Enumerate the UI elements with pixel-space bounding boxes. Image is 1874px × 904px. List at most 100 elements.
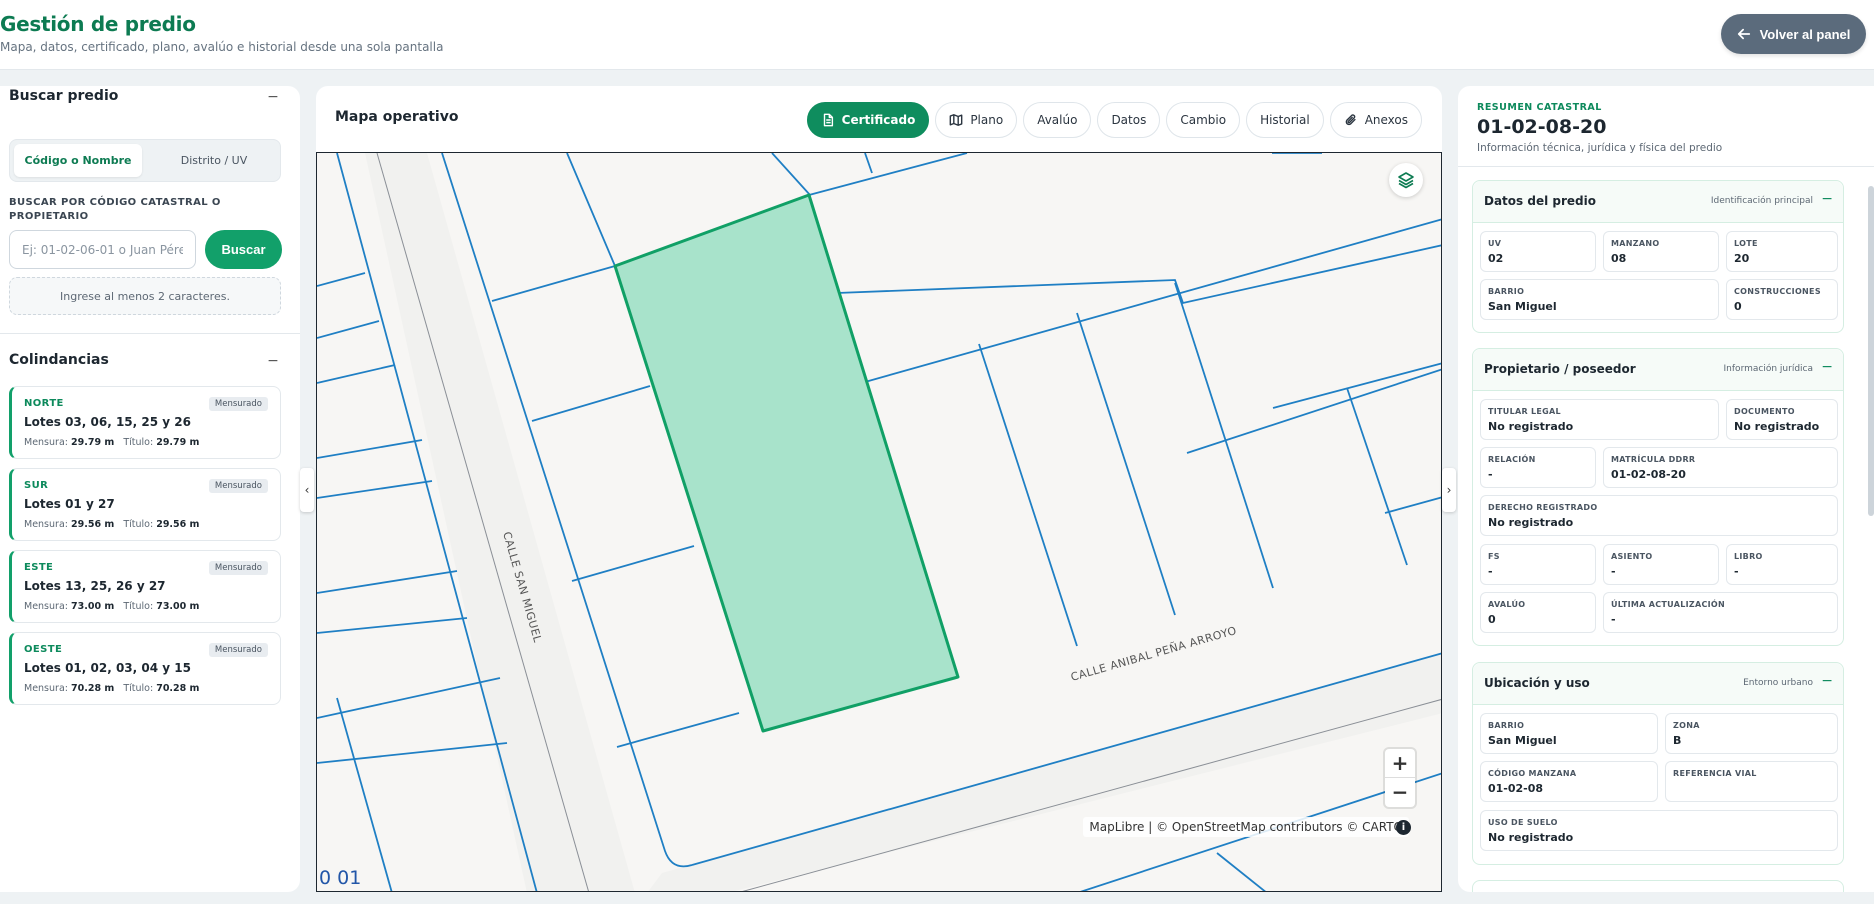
field-avaluo: AVALÚO 0 (1480, 592, 1596, 633)
paperclip-icon (1345, 114, 1356, 126)
colindancia-lotes: Lotes 03, 06, 15, 25 y 26 (24, 415, 191, 429)
colindancia-direction: OESTE (24, 644, 63, 655)
field-barrio: BARRIO San Miguel (1480, 713, 1658, 754)
tab-certificado[interactable]: Certificado (806, 102, 930, 138)
group-ubicacion: Ubicación y uso Entorno urbano − BARRIO S… (1472, 662, 1844, 865)
search-input[interactable] (9, 230, 196, 269)
status-badge: Mensurado (208, 397, 268, 411)
map-attribution[interactable]: MapLibre | © OpenStreetMap contributors … (1083, 817, 1409, 837)
map-svg[interactable]: CALLE SAN MIGUEL CALLE ANIBAL PEÑA ARROY… (317, 153, 1442, 892)
tab-plano[interactable]: Plano (935, 102, 1018, 138)
zoom-in-button[interactable]: + (1385, 749, 1415, 778)
map-tabs: Certificado Plano Avalúo Datos Cambio Hi… (806, 102, 1422, 138)
field-uv: UV 02 (1480, 231, 1596, 272)
search-sidebar: Buscar predio − Código o Nombre Distrito… (0, 86, 300, 892)
layers-icon (1398, 172, 1414, 189)
colindancia-card-oeste[interactable]: OESTE Mensurado Lotes 01, 02, 03, 04 y 1… (9, 632, 281, 705)
group-propietario: Propietario / poseedor Información juríd… (1472, 348, 1844, 646)
colindancia-lotes: Lotes 01 y 27 (24, 497, 115, 511)
status-badge: Mensurado (208, 643, 268, 657)
summary-panel: RESUMEN CATASTRAL 01-02-08-20 Informació… (1458, 86, 1874, 892)
field-referencia-vial: REFERENCIA VIAL (1665, 761, 1838, 802)
layers-button[interactable] (1389, 163, 1423, 197)
search-button[interactable]: Buscar (205, 230, 282, 269)
zoom-out-button[interactable]: − (1385, 778, 1415, 807)
map-panel: Mapa operativo Certificado Plano Avalúo … (316, 86, 1442, 892)
field-derecho-registrado: DERECHO REGISTRADO No registrado (1480, 495, 1838, 536)
map-title: Mapa operativo (335, 109, 459, 125)
map-icon (949, 114, 963, 126)
selected-parcel[interactable] (613, 193, 960, 733)
field-relacion: RELACIÓN - (1480, 447, 1596, 488)
field-lote: LOTE 20 (1726, 231, 1838, 272)
field-uso-de-suelo: USO DE SUELO No registrado (1480, 810, 1838, 851)
page-title: Gestión de predio (0, 12, 196, 36)
field-titular-legal: TITULAR LEGAL No registrado (1480, 399, 1719, 440)
tab-historial[interactable]: Historial (1246, 102, 1324, 138)
group-datos-predio: Datos del predio Identificación principa… (1472, 180, 1844, 333)
field-manzano: MANZANO 08 (1603, 231, 1719, 272)
cadastral-code: 01-02-08-20 (1477, 116, 1607, 138)
status-badge: Mensurado (208, 479, 268, 493)
document-icon (823, 113, 833, 127)
colindancia-measures: Mensura: 29.79 m Título: 29.79 m (24, 437, 200, 448)
field-zona: ZONA B (1665, 713, 1838, 754)
group-header[interactable]: Propietario / poseedor Información juríd… (1473, 349, 1843, 391)
tab-avaluo[interactable]: Avalúo (1023, 102, 1092, 138)
info-icon[interactable]: i (1396, 820, 1411, 835)
summary-divider (1458, 166, 1874, 167)
tab-anexos[interactable]: Anexos (1329, 102, 1422, 138)
group-next-collapsed[interactable] (1472, 880, 1844, 892)
colindancia-lotes: Lotes 01, 02, 03, 04 y 15 (24, 661, 191, 675)
field-fs: FS - (1480, 544, 1596, 585)
tab-datos[interactable]: Datos (1097, 102, 1161, 138)
back-button-label: Volver al panel (1759, 26, 1851, 42)
back-to-panel-button[interactable]: Volver al panel (1721, 14, 1866, 54)
map-canvas[interactable]: CALLE SAN MIGUEL CALLE ANIBAL PEÑA ARROY… (316, 152, 1442, 892)
collapse-right-handle[interactable]: › (1442, 468, 1456, 512)
lot-number-label: 0 01 (319, 867, 362, 889)
street-label-anibal: CALLE ANIBAL PEÑA ARROYO (1069, 624, 1238, 684)
field-ultima-actualizacion: ÚLTIMA ACTUALIZACIÓN - (1603, 592, 1838, 633)
group-collapse-button[interactable]: − (1821, 192, 1833, 206)
search-collapse-button[interactable]: − (266, 90, 280, 104)
field-documento: DOCUMENTO No registrado (1726, 399, 1838, 440)
group-title: Propietario / poseedor (1484, 362, 1636, 376)
group-tag: Información jurídica (1723, 364, 1813, 374)
colindancia-lotes: Lotes 13, 25, 26 y 27 (24, 579, 166, 593)
arrow-left-icon (1737, 28, 1750, 40)
colindancia-measures: Mensura: 70.28 m Título: 70.28 m (24, 683, 200, 694)
search-mode-code[interactable]: Código o Nombre (14, 144, 142, 177)
group-title: Datos del predio (1484, 194, 1596, 208)
field-matricula-ddrr: MATRÍCULA DDRR 01-02-08-20 (1603, 447, 1838, 488)
colindancia-direction: SUR (24, 480, 49, 491)
group-tag: Entorno urbano (1743, 678, 1813, 688)
field-barrio: BARRIO San Miguel (1480, 279, 1719, 320)
page-subtitle: Mapa, datos, certificado, plano, avalúo … (0, 40, 444, 54)
field-codigo-manzana: CÓDIGO MANZANA 01-02-08 (1480, 761, 1658, 802)
field-asiento: ASIENTO - (1603, 544, 1719, 585)
scrollbar[interactable] (1868, 186, 1874, 516)
colindancias-collapse-button[interactable]: − (266, 354, 280, 368)
colindancia-card-sur[interactable]: SUR Mensurado Lotes 01 y 27 Mensura: 29.… (9, 468, 281, 541)
group-header[interactable]: Ubicación y uso Entorno urbano − (1473, 663, 1843, 705)
road-calle-san-miguel (365, 153, 635, 891)
colindancia-measures: Mensura: 29.56 m Título: 29.56 m (24, 519, 200, 530)
colindancia-card-este[interactable]: ESTE Mensurado Lotes 13, 25, 26 y 27 Men… (9, 550, 281, 623)
colindancia-measures: Mensura: 73.00 m Título: 73.00 m (24, 601, 200, 612)
group-collapse-button[interactable]: − (1821, 360, 1833, 374)
summary-eyebrow: RESUMEN CATASTRAL (1477, 102, 1602, 113)
group-title: Ubicación y uso (1484, 676, 1590, 690)
colindancias-title: Colindancias (9, 352, 109, 368)
tab-cambio[interactable]: Cambio (1166, 102, 1241, 138)
group-header[interactable]: Datos del predio Identificación principa… (1473, 181, 1843, 223)
group-tag: Identificación principal (1710, 196, 1813, 206)
search-mode-district[interactable]: Distrito / UV (150, 144, 278, 177)
colindancia-card-norte[interactable]: NORTE Mensurado Lotes 03, 06, 15, 25 y 2… (9, 386, 281, 459)
field-construcciones: CONSTRUCCIONES 0 (1726, 279, 1838, 320)
colindancia-direction: NORTE (24, 398, 64, 409)
collapse-left-handle[interactable]: ‹ (300, 468, 314, 512)
search-hint: Ingrese al menos 2 caracteres. (9, 277, 281, 315)
group-collapse-button[interactable]: − (1821, 674, 1833, 688)
summary-description: Información técnica, jurídica y física d… (1477, 142, 1723, 154)
